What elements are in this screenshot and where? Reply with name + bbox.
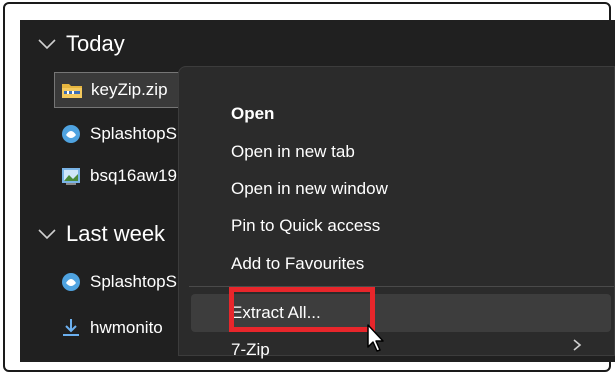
file-item-splashtop-1[interactable]: SplashtopS [54,116,177,152]
download-icon [63,319,79,336]
menu-item-pin-quick-access[interactable]: Pin to Quick access [231,209,380,243]
splashtop-icon [62,125,80,143]
menu-item-open-new-tab[interactable]: Open in new tab [231,135,355,169]
menu-item-open-new-window[interactable]: Open in new window [231,172,388,206]
chevron-down-icon [38,229,56,240]
mouse-cursor-icon [367,324,384,352]
chevron-right-icon [573,339,582,351]
installer-image-icon [62,168,80,185]
file-item-keyzip[interactable]: keyZip.zip [54,72,189,108]
group-header-today[interactable]: Today [20,24,125,64]
group-label: Last week [66,221,166,246]
file-name: keyZip.zip [91,80,168,99]
group-header-last-week[interactable]: Last week [20,214,165,254]
file-name: hwmonito [90,318,163,337]
menu-item-add-favourites[interactable]: Add to Favourites [231,247,364,281]
file-item-bsq16aw19[interactable]: bsq16aw19 [54,158,177,194]
file-item-hwmonitor[interactable]: hwmonito [54,310,163,346]
group-label: Today [66,31,125,56]
zip-folder-icon [62,84,82,98]
file-name: SplashtopS [90,272,177,291]
file-item-splashtop-2[interactable]: SplashtopS [54,264,177,300]
file-name: bsq16aw19 [90,166,177,185]
splashtop-icon [62,273,80,291]
file-name: SplashtopS [90,124,177,143]
chevron-down-icon [38,39,56,50]
menu-item-7zip[interactable]: 7-Zip [231,333,270,367]
highlight-annotation-box [229,287,375,332]
menu-item-open[interactable]: Open [231,97,274,131]
